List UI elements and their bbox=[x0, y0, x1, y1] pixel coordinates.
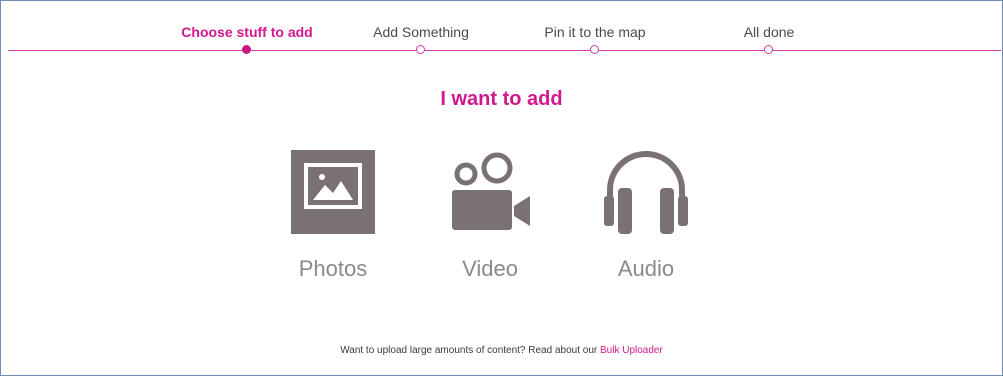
option-photos[interactable]: Photos bbox=[268, 150, 398, 282]
note-text: Want to upload large amounts of content?… bbox=[340, 345, 598, 356]
bulk-upload-note: Want to upload large amounts of content?… bbox=[0, 345, 1003, 356]
step-dot bbox=[764, 45, 773, 54]
step-dot bbox=[416, 45, 425, 54]
step-dot-current bbox=[242, 45, 251, 54]
headphones-icon bbox=[604, 151, 688, 234]
stepper-track bbox=[8, 50, 1001, 51]
option-audio[interactable]: Audio bbox=[581, 150, 711, 282]
option-label: Video bbox=[462, 256, 518, 281]
step-all-done[interactable]: All done bbox=[744, 24, 795, 40]
photo-icon bbox=[291, 150, 375, 234]
option-label: Photos bbox=[298, 256, 368, 281]
option-video[interactable]: Video bbox=[425, 150, 555, 282]
video-camera-icon bbox=[452, 152, 530, 230]
page-title: I want to add bbox=[440, 88, 563, 110]
step-pin-to-map[interactable]: Pin it to the map bbox=[544, 24, 645, 40]
progress-stepper: Choose stuff to add Add Something Pin it… bbox=[0, 0, 1001, 70]
step-dot bbox=[590, 45, 599, 54]
step-add-something[interactable]: Add Something bbox=[373, 24, 469, 40]
option-label: Audio bbox=[617, 256, 675, 281]
step-choose-stuff[interactable]: Choose stuff to add bbox=[181, 24, 312, 40]
bulk-uploader-link[interactable]: Bulk Uploader bbox=[600, 345, 663, 356]
